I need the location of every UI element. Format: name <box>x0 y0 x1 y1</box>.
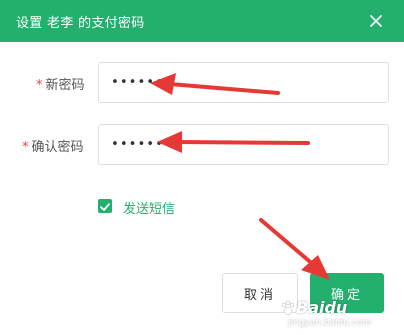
checkmark-icon <box>100 203 110 211</box>
send-sms-label[interactable]: 发送短信 <box>123 198 175 217</box>
new-password-label-text: 新密码 <box>45 78 85 93</box>
dialog-header: 设置 老李 的支付密码 <box>0 0 404 42</box>
confirm-password-label: * 确认密码 <box>22 136 84 155</box>
watermark-brand: Baidu <box>296 298 348 317</box>
send-sms-checkbox[interactable] <box>98 199 112 213</box>
new-password-label: * 新密码 <box>36 74 85 93</box>
dialog-title: 设置 老李 的支付密码 <box>16 16 145 31</box>
watermark-sub: jingyan.baidu.com <box>288 318 372 328</box>
payment-password-dialog: 设置 老李 的支付密码 *新密码 *确认密码 发送短信 取消 确定 <box>0 0 404 335</box>
confirm-password-label-text: 确认密码 <box>31 140 84 155</box>
new-password-input[interactable] <box>98 62 389 103</box>
close-icon[interactable] <box>366 11 386 31</box>
required-mark: * <box>36 78 43 93</box>
baidu-watermark: Baidu jingyan.baidu.com <box>278 296 404 335</box>
required-mark: * <box>22 140 29 155</box>
annotation-arrow-ok <box>259 218 330 280</box>
paw-icon <box>281 300 295 315</box>
confirm-password-input[interactable] <box>98 124 389 165</box>
